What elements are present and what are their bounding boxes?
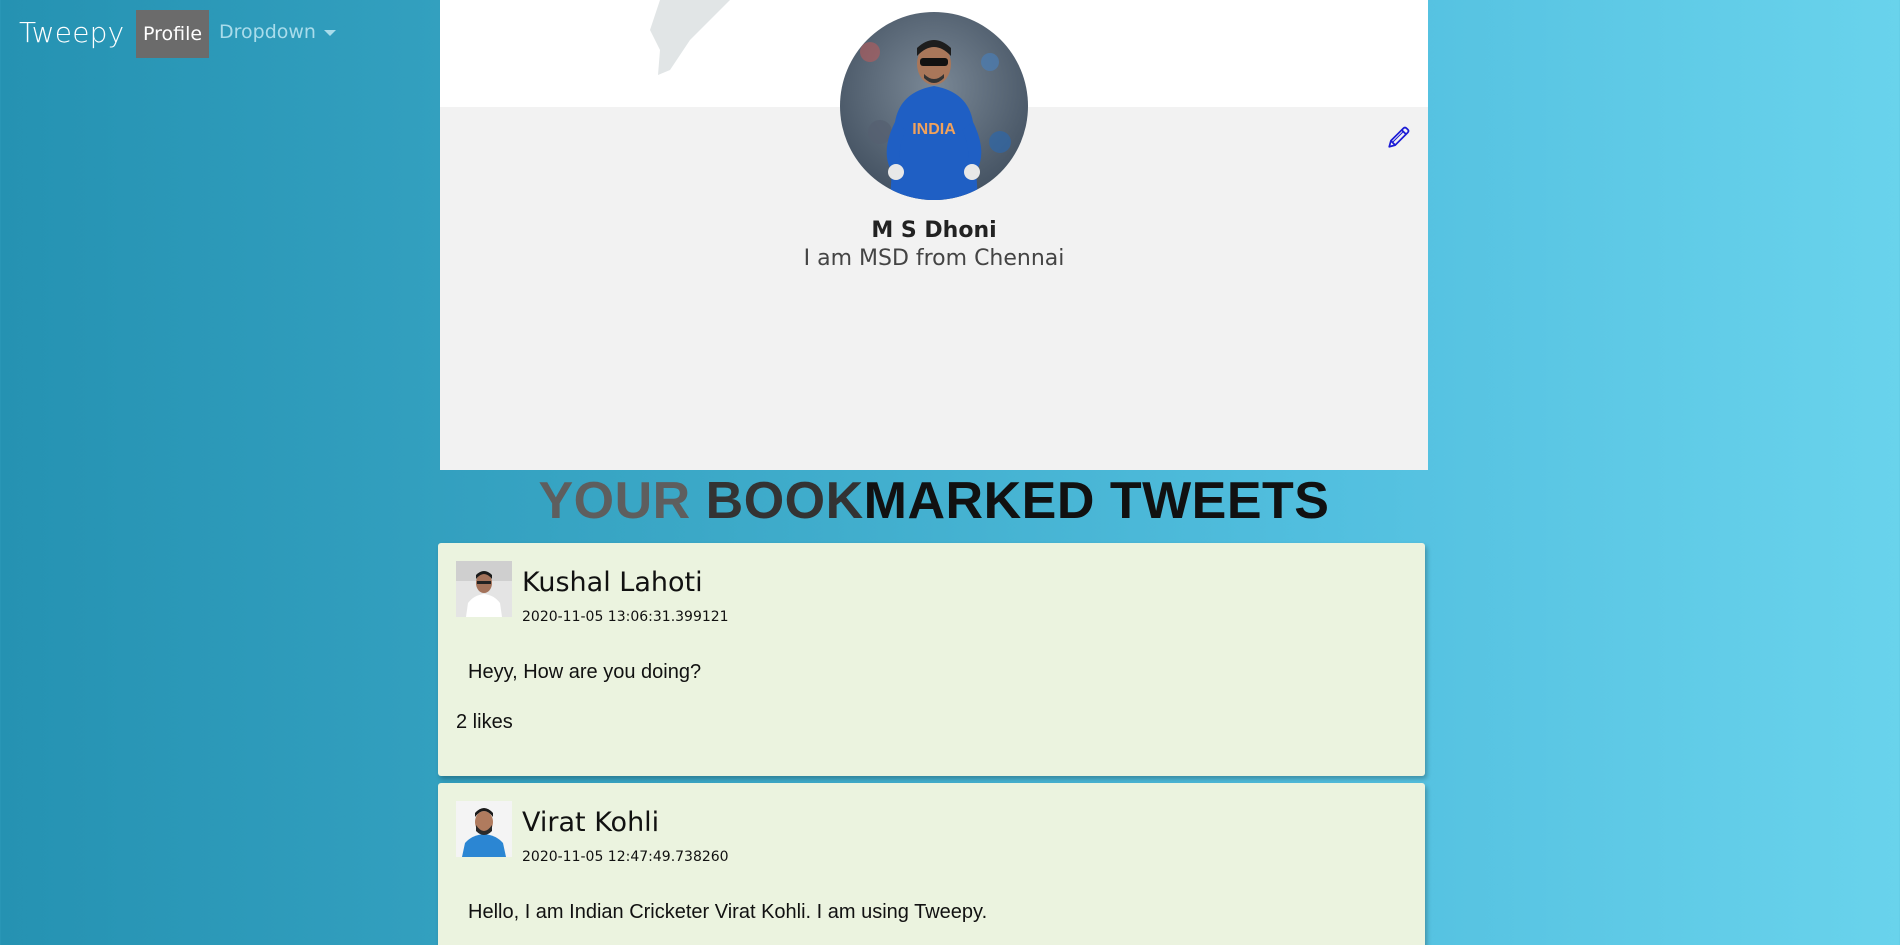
nav-dropdown-label: Dropdown [219,21,316,43]
pencil-icon[interactable] [1386,124,1412,150]
tweet-avatar[interactable] [456,801,512,857]
tweet-timestamp: 2020-11-05 13:06:31.399121 [522,609,729,625]
tweet-card: Virat Kohli 2020-11-05 12:47:49.738260 H… [438,783,1425,945]
user-photo-icon [456,801,512,857]
profile-name: M S Dhoni [871,218,997,243]
profile-card: INDIA M S Dhoni I am MSD from Chennai [440,0,1428,470]
user-photo-icon [456,561,512,617]
profile-bio: I am MSD from Chennai [803,246,1065,271]
heading-part-3: MARKED TWEETS [863,472,1330,530]
nav-profile-link[interactable]: Profile [136,10,209,58]
profile-avatar[interactable]: INDIA [840,12,1028,200]
brand-logo[interactable]: Tweepy [19,16,124,49]
tweet-text: Hello, I am Indian Cricketer Virat Kohli… [468,901,988,923]
tweet-card: Kushal Lahoti 2020-11-05 13:06:31.399121… [438,543,1425,776]
tweet-author[interactable]: Kushal Lahoti [522,567,703,598]
tweet-text: Heyy, How are you doing? [468,661,702,683]
tweet-likes: 2 likes [456,711,513,733]
nav-dropdown-toggle[interactable]: Dropdown [219,21,336,43]
tweet-timestamp: 2020-11-05 12:47:49.738260 [522,849,729,865]
heading-part-2: BOOK [705,472,864,530]
tweet-avatar[interactable] [456,561,512,617]
caret-down-icon [323,30,336,36]
cover-map-shape [650,0,730,75]
tweet-author[interactable]: Virat Kohli [522,807,659,838]
bookmarked-tweets-heading: YOUR BOOKMARKED TWEETS [440,470,1428,532]
svg-text:INDIA: INDIA [912,121,956,138]
heading-part-1: YOUR [538,472,706,530]
profile-photo: INDIA [840,12,1028,200]
